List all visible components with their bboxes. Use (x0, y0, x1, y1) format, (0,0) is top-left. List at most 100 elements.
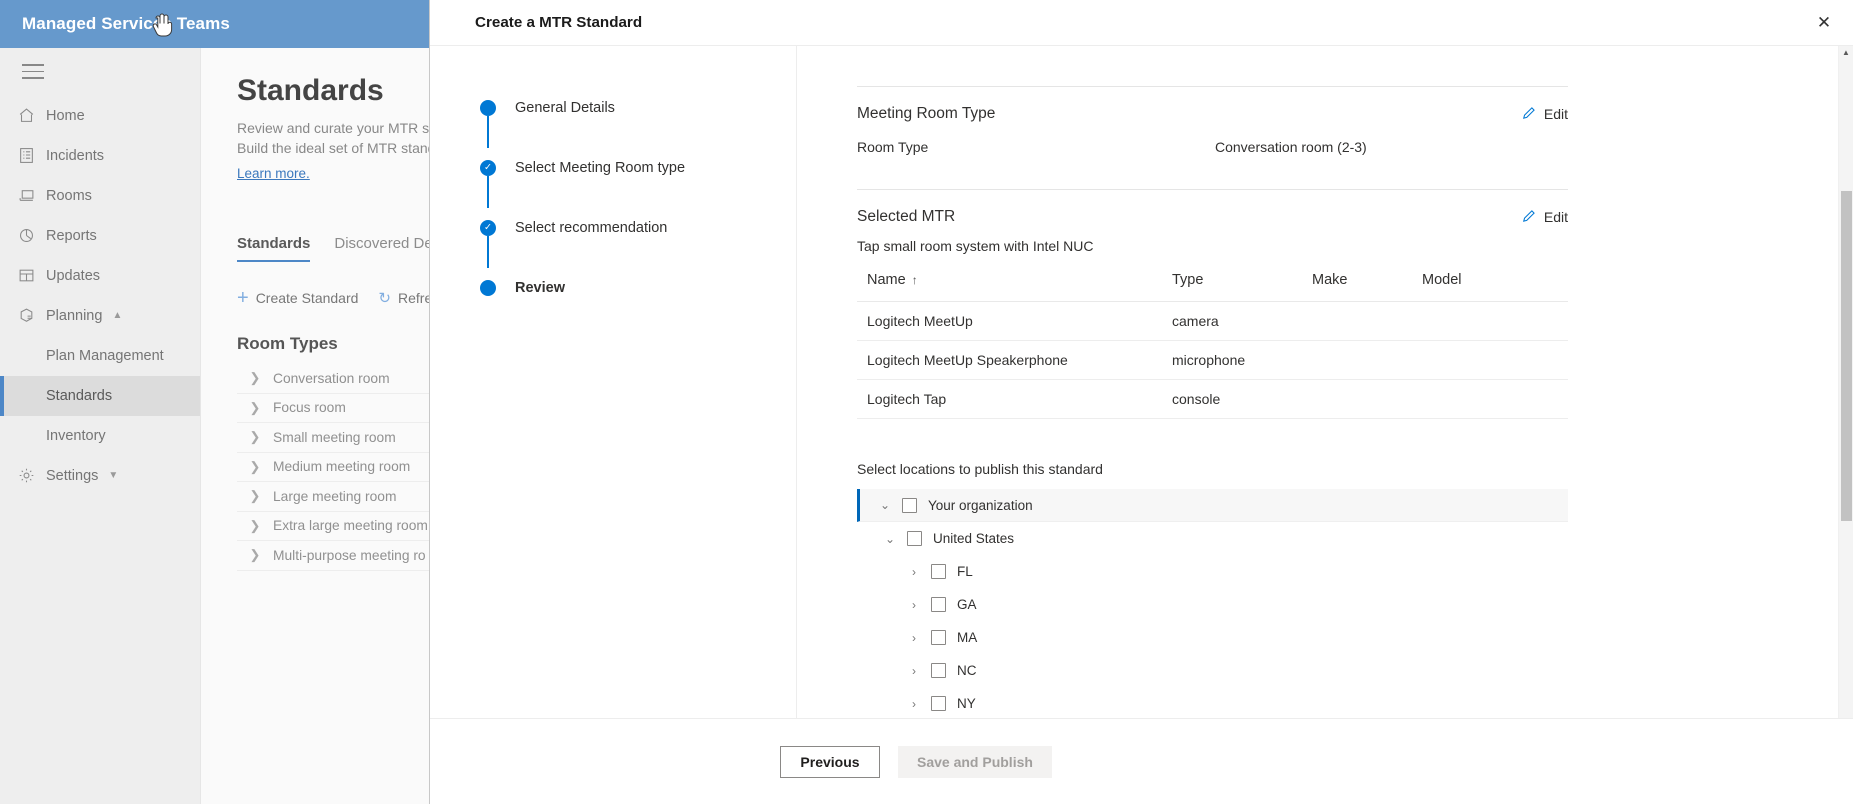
table-row[interactable]: Logitech Tap console (857, 379, 1568, 419)
selected-mtr-subtitle: Tap small room system with Intel NUC (857, 238, 1094, 254)
step-review[interactable]: Review (480, 274, 796, 302)
updates-icon (18, 267, 46, 284)
chevron-up-icon: ▲ (112, 310, 123, 322)
sidebar-item-settings[interactable]: Settings ▼ (0, 456, 200, 496)
scrollbar-thumb[interactable] (1841, 191, 1852, 521)
tree-item-your-organization[interactable]: ⌄ Your organization (857, 489, 1568, 522)
sidebar-item-reports[interactable]: Reports (0, 216, 200, 256)
edit-meeting-room-type-button[interactable]: Edit (1522, 106, 1568, 123)
sidebar-item-inventory[interactable]: Inventory (0, 416, 200, 456)
column-header-name[interactable]: Name ↑ (857, 272, 1162, 302)
selected-mtr-table: Name ↑ Type Make Model Logitech MeetUp c… (857, 272, 1568, 419)
column-header-model[interactable]: Model (1412, 272, 1568, 302)
column-label: Name (867, 272, 906, 288)
chevron-down-icon[interactable]: ⌄ (876, 498, 894, 512)
checkbox[interactable] (931, 696, 946, 711)
column-header-type[interactable]: Type (1162, 272, 1302, 302)
checkbox[interactable] (907, 531, 922, 546)
chevron-right-icon[interactable]: › (905, 631, 923, 645)
previous-button[interactable]: Previous (780, 745, 880, 778)
step-label: General Details (515, 100, 615, 116)
chevron-right-icon[interactable]: › (905, 565, 923, 579)
scroll-up-icon[interactable]: ▲ (1839, 46, 1853, 60)
panel-scrollbar[interactable]: ▲ (1838, 46, 1853, 718)
checkbox[interactable] (902, 497, 917, 513)
incidents-icon (18, 147, 46, 164)
chevron-down-icon: ▼ (108, 470, 119, 482)
tree-item-fl[interactable]: › FL (857, 555, 1568, 588)
mouse-cursor-icon (152, 12, 174, 38)
chevron-down-icon[interactable]: ⌄ (881, 532, 899, 546)
step-connector (487, 116, 489, 148)
wizard-stepper: General Details ✓ Select Meeting Room ty… (430, 46, 797, 718)
tab-standards[interactable]: Standards (237, 235, 311, 262)
tree-item-united-states[interactable]: ⌄ United States (857, 522, 1568, 555)
sidebar-item-rooms[interactable]: Rooms (0, 176, 200, 216)
table-row[interactable]: Logitech MeetUp camera (857, 301, 1568, 341)
gear-icon (18, 467, 46, 484)
tree-item-ma[interactable]: › MA (857, 621, 1568, 654)
column-header-make[interactable]: Make (1302, 272, 1412, 302)
chevron-right-icon[interactable]: › (905, 664, 923, 678)
dialog-footer: Previous Save and Publish (430, 718, 1853, 804)
checkbox[interactable] (931, 663, 946, 678)
sidebar-item-label: Incidents (46, 147, 105, 164)
cell-model (1412, 340, 1568, 380)
sidebar-item-label: Plan Management (46, 347, 164, 364)
learn-more-link[interactable]: Learn more. (237, 166, 310, 181)
sidebar-item-standards[interactable]: Standards (0, 375, 200, 416)
refresh-icon: ↻ (378, 290, 391, 307)
checkbox[interactable] (931, 564, 946, 579)
room-type-label: Large meeting room (273, 488, 397, 504)
tree-item-label: Your organization (928, 497, 1033, 513)
step-select-meeting-room-type[interactable]: ✓ Select Meeting Room type (480, 154, 796, 208)
create-standard-button[interactable]: + Create Standard (237, 288, 358, 308)
section-title: Meeting Room Type (857, 105, 996, 122)
hamburger-menu-icon[interactable] (0, 48, 200, 96)
meeting-room-type-section: Meeting Room Type Edit Room Type Convers… (857, 86, 1568, 155)
step-general-details[interactable]: General Details (480, 94, 796, 148)
checkbox[interactable] (931, 597, 946, 612)
sidebar-item-plan-management[interactable]: Plan Management (0, 336, 200, 376)
tree-item-nc[interactable]: › NC (857, 654, 1568, 687)
planning-icon (18, 307, 46, 324)
app-title: Managed Services Teams (22, 14, 230, 33)
plus-icon: + (237, 287, 249, 309)
tree-item-ny[interactable]: › NY (857, 687, 1568, 718)
tree-item-label: NC (957, 663, 977, 678)
sidebar-item-label: Inventory (46, 427, 106, 444)
dialog-body: General Details ✓ Select Meeting Room ty… (430, 46, 1853, 718)
refresh-button[interactable]: ↻ Refre (378, 289, 432, 307)
chevron-right-icon[interactable]: › (905, 697, 923, 711)
step-dot-icon (480, 280, 496, 296)
chevron-right-icon: ❯ (249, 458, 261, 474)
sidebar-item-label: Settings (46, 467, 99, 484)
sidebar-item-label: Reports (46, 227, 97, 244)
sidebar-item-planning[interactable]: Planning ▲ (0, 296, 200, 336)
checkbox[interactable] (931, 630, 946, 645)
pencil-icon (1522, 106, 1536, 123)
sidebar-item-updates[interactable]: Updates (0, 256, 200, 296)
close-icon[interactable]: ✕ (1801, 0, 1847, 46)
cell-type: camera (1162, 301, 1302, 341)
pencil-icon (1522, 209, 1536, 226)
step-connector (487, 176, 489, 208)
sidebar-item-incidents[interactable]: Incidents (0, 136, 200, 176)
sidebar-item-label: Planning (46, 307, 103, 324)
tree-item-label: GA (957, 597, 977, 612)
table-row[interactable]: Logitech MeetUp Speakerphone microphone (857, 340, 1568, 380)
cell-name: Logitech MeetUp Speakerphone (857, 340, 1162, 380)
cell-type: console (1162, 379, 1302, 419)
tree-item-label: FL (957, 564, 973, 579)
chevron-right-icon: ❯ (249, 429, 261, 445)
sidebar-item-label: Home (46, 107, 85, 124)
step-select-recommendation[interactable]: ✓ Select recommendation (480, 214, 796, 268)
locations-heading: Select locations to publish this standar… (857, 461, 1103, 477)
chevron-right-icon[interactable]: › (905, 598, 923, 612)
tab-discovered-devices[interactable]: Discovered Dev (334, 235, 440, 262)
sidebar-item-label: Standards (46, 387, 113, 404)
tree-item-ga[interactable]: › GA (857, 588, 1568, 621)
save-and-publish-button[interactable]: Save and Publish (898, 745, 1052, 778)
edit-selected-mtr-button[interactable]: Edit (1522, 209, 1568, 226)
sidebar-item-home[interactable]: Home (0, 96, 200, 136)
